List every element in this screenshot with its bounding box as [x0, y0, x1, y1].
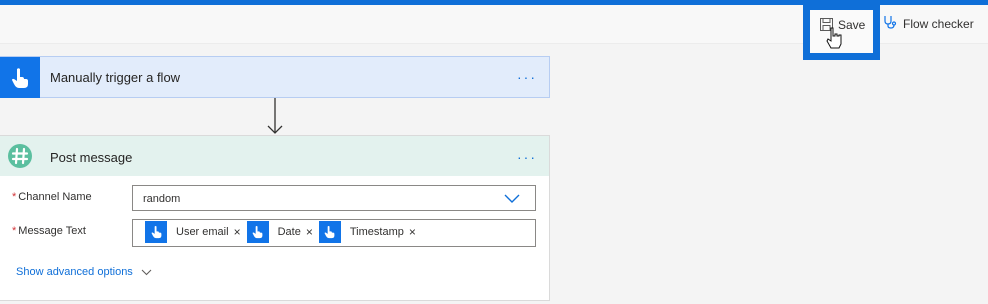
channel-name-select[interactable]: random — [132, 185, 536, 211]
token-label: Timestamp — [349, 226, 404, 238]
chevron-down-icon — [141, 269, 152, 275]
token-user-email[interactable]: User email × — [145, 221, 241, 243]
flow-checker-label: Flow checker — [903, 16, 974, 31]
token-remove-button[interactable]: × — [306, 225, 313, 239]
channel-name-label: * Channel Name — [12, 191, 92, 203]
token-remove-button[interactable]: × — [234, 225, 241, 239]
slack-hash-icon — [8, 144, 32, 168]
hand-pointer-icon — [318, 221, 341, 243]
post-message-title: Post message — [50, 150, 133, 165]
flow-checker-button[interactable]: Flow checker — [883, 15, 974, 32]
trigger-more-button[interactable]: ··· — [517, 69, 537, 85]
save-label: Save — [838, 18, 866, 32]
token-label: Date — [277, 226, 301, 238]
token-date[interactable]: Date × — [246, 221, 313, 243]
show-advanced-options-link[interactable]: Show advanced options — [16, 266, 152, 278]
message-text-label: * Message Text — [12, 225, 86, 237]
chevron-down-icon[interactable] — [504, 194, 520, 204]
post-more-button[interactable]: ··· — [517, 149, 537, 165]
channel-name-value: random — [143, 193, 181, 205]
slack-icon-box — [0, 136, 40, 176]
token-remove-button[interactable]: × — [409, 225, 416, 239]
hand-pointer-icon — [246, 221, 269, 243]
trigger-card[interactable]: Manually trigger a flow ··· — [0, 56, 550, 98]
required-marker: * — [12, 191, 17, 203]
trigger-icon-box — [0, 57, 40, 98]
flow-arrow — [267, 98, 283, 134]
post-message-header[interactable]: Post message ··· — [0, 136, 549, 176]
trigger-title: Manually trigger a flow — [50, 70, 181, 85]
advanced-options-label: Show advanced options — [16, 266, 133, 278]
post-message-card: Post message ··· * Channel Name random * M… — [0, 135, 550, 301]
message-text-field[interactable]: User email × Date × Timestamp × — [132, 219, 536, 247]
hand-pointer-icon — [12, 67, 28, 88]
hand-pointer-icon — [145, 221, 167, 243]
required-marker: * — [12, 225, 17, 237]
token-timestamp[interactable]: Timestamp × — [318, 221, 416, 243]
hand-cursor-icon — [826, 27, 842, 49]
token-label: User email — [176, 226, 229, 238]
stethoscope-icon — [883, 15, 897, 32]
